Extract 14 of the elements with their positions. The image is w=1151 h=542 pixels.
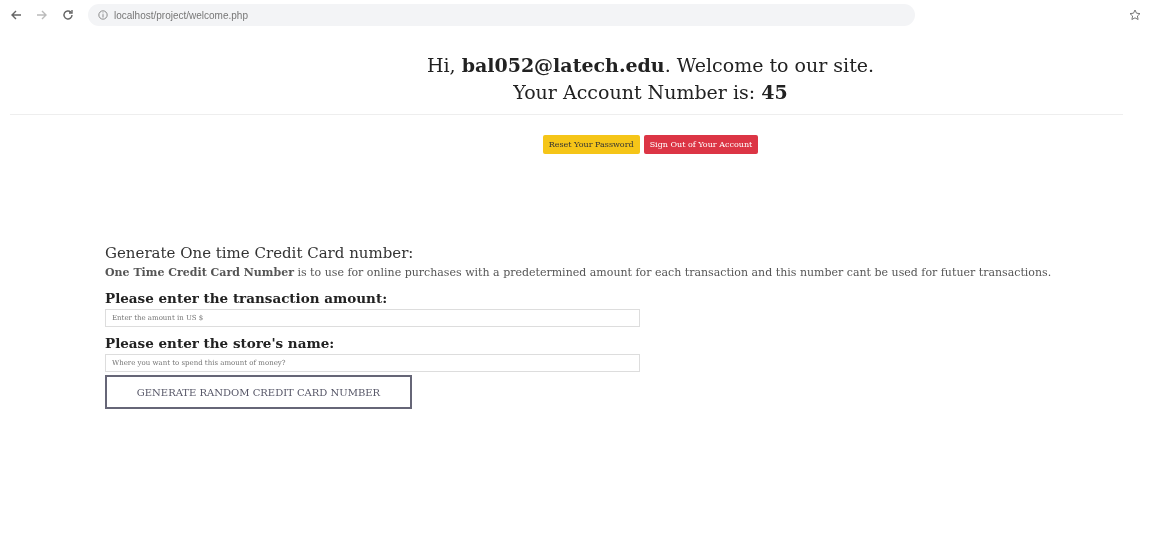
field-label: Please enter the store's name: — [105, 335, 336, 351]
greeting-text: Hi, bal052@latech.edu. Welcome to our site. — [425, 53, 876, 78]
reset-password-button[interactable]: Reset Your Password — [542, 135, 640, 154]
field-label: Please enter the transaction amount: — [105, 290, 389, 306]
sign-out-button[interactable]: Sign Out of Your Account — [643, 135, 759, 154]
back-icon[interactable] — [10, 9, 22, 21]
address-bar[interactable]: localhost/project/welcome.php — [88, 4, 915, 26]
generate-button[interactable]: GENERATE RANDOM CREDIT CARD NUMBER — [105, 375, 412, 409]
account-number-text: Your Account Number is: 45 — [512, 80, 789, 105]
description-text: One Time Credit Card Number is to use for online purchases with a predetermined amount for each transaction and this number cant be used for futuer transactions. — [105, 265, 1053, 281]
url-text: localhost/project/welcome.php — [114, 9, 248, 21]
section-title: Generate One time Credit Card number: — [105, 244, 415, 262]
star-icon[interactable] — [1129, 9, 1141, 21]
reload-icon[interactable] — [62, 9, 74, 21]
